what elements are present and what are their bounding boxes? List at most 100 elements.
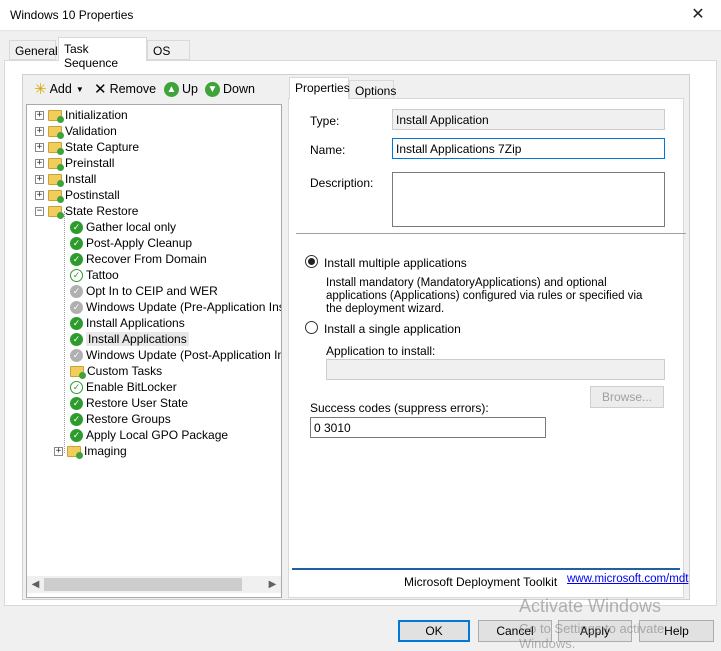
tree-group-item[interactable]: + Postinstall — [35, 187, 120, 203]
scrollbar-thumb[interactable] — [44, 578, 242, 591]
title-bar: Windows 10 Properties ✕ — [0, 0, 721, 31]
tree-step-item[interactable]: ✓ Apply Local GPO Package — [70, 427, 228, 443]
tree-group-item[interactable]: + State Capture — [35, 139, 139, 155]
tree-group-item[interactable]: + Validation — [35, 123, 117, 139]
tree-step-item[interactable]: + Imaging — [54, 443, 127, 459]
description-field[interactable] — [392, 172, 665, 227]
install-multiple-radio[interactable] — [305, 255, 318, 268]
tree-item-label: Restore User State — [86, 396, 189, 410]
footer-divider — [292, 568, 680, 570]
arrow-down-icon: ▼ — [205, 81, 220, 97]
footer-text: Microsoft Deployment Toolkit — [404, 575, 558, 589]
expand-icon[interactable]: + — [35, 110, 44, 120]
ok-button[interactable]: OK — [398, 620, 470, 642]
divider — [296, 233, 686, 234]
tree-step-item[interactable]: ✓ Tattoo — [70, 267, 119, 283]
remove-button[interactable]: ✕ Remove — [94, 80, 156, 98]
folder-icon — [48, 173, 64, 187]
up-button[interactable]: ▲ Up — [164, 80, 198, 98]
app-to-install-label: Application to install: — [326, 344, 436, 358]
tree-step-item[interactable]: ✓ Restore Groups — [70, 411, 171, 427]
scroll-right-icon[interactable]: ▶ — [264, 576, 281, 593]
tree-item-label: Tattoo — [86, 268, 119, 282]
tree-step-item[interactable]: Custom Tasks — [70, 363, 162, 379]
expand-icon[interactable]: + — [35, 174, 44, 184]
success-codes-field[interactable]: 0 3010 — [310, 417, 546, 438]
tree-step-item[interactable]: ✓Windows Update (Post-Application Instal… — [70, 347, 281, 363]
down-label: Down — [223, 82, 255, 96]
tree-step-item[interactable]: ✓Windows Update (Pre-Application Install… — [70, 299, 281, 315]
grey-check-icon: ✓ — [70, 284, 83, 298]
tree-step-item[interactable]: ✓ Enable BitLocker — [70, 379, 177, 395]
install-single-label[interactable]: Install a single application — [324, 322, 461, 336]
green-check-icon: ✓ — [70, 236, 83, 250]
tab-os-info[interactable]: OS Info — [147, 40, 190, 72]
folder-icon — [48, 125, 64, 139]
green-check-icon: ✓ — [70, 252, 83, 266]
tree-item-label: Windows Update (Post-Application Install… — [86, 348, 281, 362]
name-label: Name: — [310, 143, 346, 157]
tree-item-label: Preinstall — [65, 156, 115, 170]
tree-item-label: Install Applications — [86, 332, 189, 346]
add-label: Add — [49, 82, 72, 96]
down-button[interactable]: ▼ Down — [205, 80, 255, 98]
tree-item-label: Validation — [65, 124, 117, 138]
name-field[interactable]: Install Applications 7Zip — [392, 138, 665, 159]
install-single-radio[interactable] — [305, 321, 318, 334]
folder-icon — [70, 365, 86, 379]
up-label: Up — [182, 82, 198, 96]
tree-group-item[interactable]: + Install — [35, 171, 96, 187]
mdt-link[interactable]: www.microsoft.com/mdt — [567, 573, 688, 585]
green-check-icon: ✓ — [70, 428, 83, 442]
tree-step-item[interactable]: ✓ Opt In to CEIP and WER — [70, 283, 218, 299]
tree-step-item[interactable]: ✓ Install Applications — [70, 331, 189, 347]
tree-group-item[interactable]: − State Restore — [35, 203, 138, 219]
folder-icon — [67, 445, 83, 459]
activation-watermark-subtitle: Go to Settings to activate Windows. — [519, 621, 665, 651]
expand-icon[interactable]: + — [35, 158, 44, 168]
tree-item-label: Enable BitLocker — [86, 380, 177, 394]
tree-step-item[interactable]: ✓ Post-Apply Cleanup — [70, 235, 192, 251]
remove-label: Remove — [109, 82, 157, 96]
tree-step-item[interactable]: ✓ Install Applications — [70, 315, 185, 331]
dropdown-arrow-icon: ▼ — [75, 84, 84, 94]
folder-icon — [48, 157, 64, 171]
green-check-icon: ✓ — [70, 316, 83, 330]
green-check-icon: ✓ — [70, 412, 83, 426]
description-label: Description: — [310, 176, 374, 190]
task-sequence-tree[interactable]: + Initialization + Validation + State Capture… — [26, 104, 282, 598]
close-icon[interactable]: ✕ — [680, 3, 716, 27]
scroll-left-icon[interactable]: ◀ — [27, 576, 44, 593]
green-check-icon: ✓ — [70, 220, 83, 234]
tree-item-label: Recover From Domain — [86, 252, 207, 266]
tree-step-item[interactable]: ✓ Recover From Domain — [70, 251, 207, 267]
green-check-icon: ✓ — [70, 332, 83, 346]
expand-icon[interactable]: + — [35, 190, 44, 200]
folder-icon — [48, 205, 64, 219]
remove-x-icon: ✕ — [94, 81, 107, 98]
collapse-icon[interactable]: − — [35, 206, 44, 216]
arrow-up-icon: ▲ — [164, 81, 179, 97]
tree-group-item[interactable]: + Preinstall — [35, 155, 114, 171]
tab-properties[interactable]: Properties — [289, 77, 350, 99]
tree-horizontal-scrollbar[interactable]: ◀ ▶ — [27, 576, 281, 593]
success-codes-label: Success codes (suppress errors): — [310, 401, 489, 415]
tree-item-label: Postinstall — [65, 188, 120, 202]
add-button[interactable]: ✳ Add ▼ — [34, 80, 84, 98]
outline-check-icon: ✓ — [70, 380, 83, 394]
tab-options[interactable]: Options — [349, 80, 396, 99]
tab-task-sequence[interactable]: Task Sequence — [58, 37, 147, 70]
expand-icon[interactable]: + — [35, 142, 44, 152]
app-to-install-field — [326, 359, 665, 380]
window-title: Windows 10 Properties — [10, 8, 134, 22]
grey-check-icon: ✓ — [70, 348, 83, 362]
tab-general[interactable]: General — [9, 40, 58, 60]
expand-icon[interactable]: + — [35, 126, 44, 136]
tree-item-label: Windows Update (Pre-Application Installa — [86, 300, 281, 314]
folder-icon — [48, 109, 64, 123]
expand-icon[interactable]: + — [54, 446, 63, 456]
tree-step-item[interactable]: ✓ Restore User State — [70, 395, 188, 411]
install-multiple-label[interactable]: Install multiple applications — [324, 256, 467, 270]
tree-group-item[interactable]: + Initialization — [35, 107, 128, 123]
tree-step-item[interactable]: ✓ Gather local only — [70, 219, 176, 235]
